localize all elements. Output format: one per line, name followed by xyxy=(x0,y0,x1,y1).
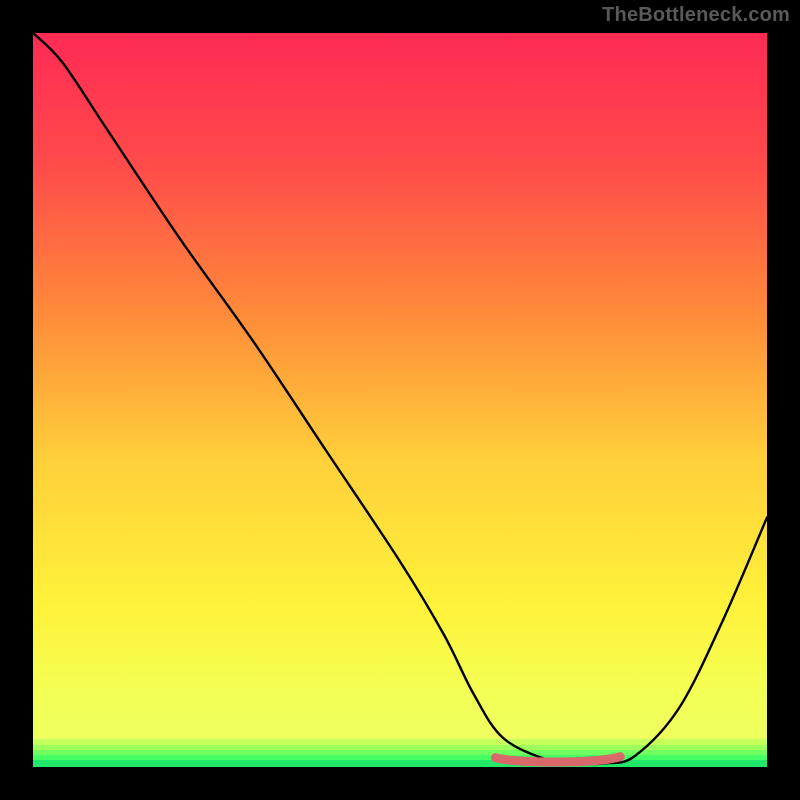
plot-area xyxy=(33,33,767,767)
watermark-text: TheBottleneck.com xyxy=(602,4,790,27)
green-bottom-bands xyxy=(33,739,767,767)
bottleneck-chart xyxy=(33,33,767,767)
gradient-background xyxy=(33,33,767,767)
chart-frame: TheBottleneck.com xyxy=(0,0,800,800)
